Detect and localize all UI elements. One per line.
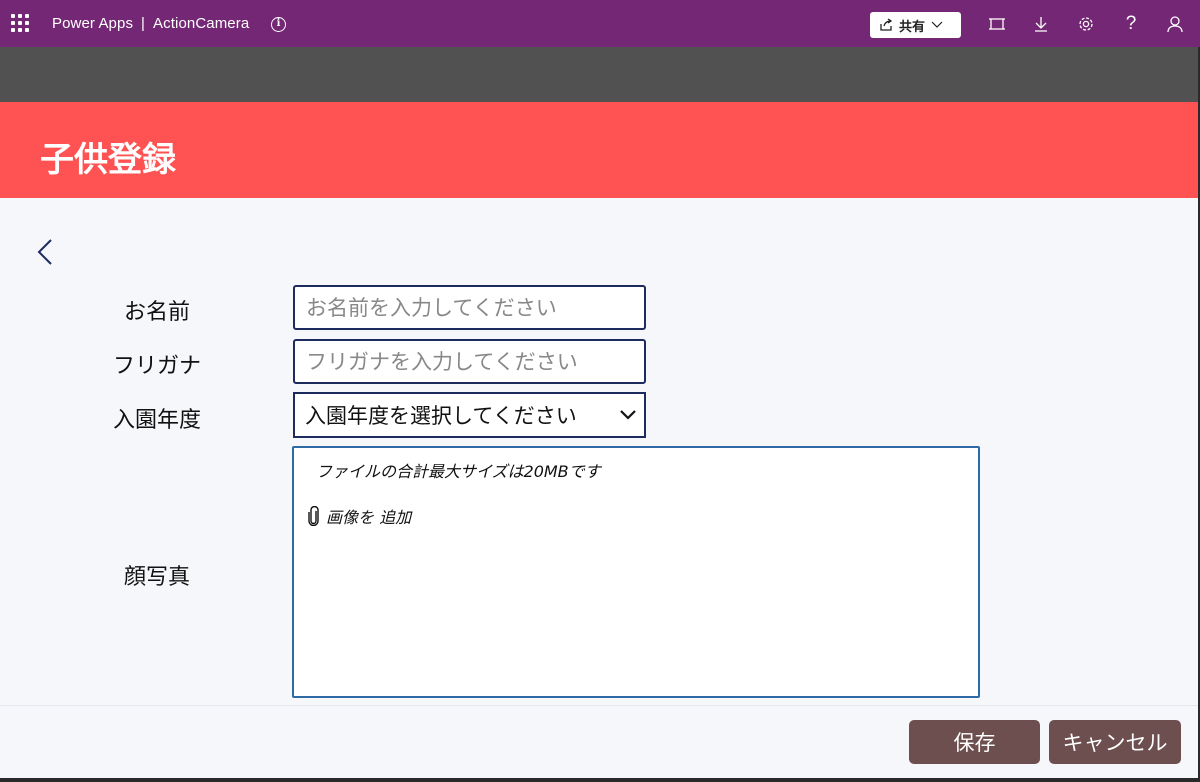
- photo-attachments[interactable]: ファイルの合計最大サイズは20MBです 画像を 追加: [292, 446, 980, 698]
- fit-to-window-icon[interactable]: [987, 14, 1007, 34]
- back-button[interactable]: [34, 235, 58, 269]
- share-icon: [880, 18, 893, 31]
- name-input[interactable]: [293, 285, 646, 330]
- screen-header: 子供登録: [0, 102, 1198, 198]
- chevron-left-icon: [37, 239, 52, 265]
- footer-divider: [0, 705, 1198, 706]
- help-icon[interactable]: ?: [1121, 13, 1141, 34]
- power-apps-topbar: Power Apps | ActionCamera i 共有 ?: [0, 0, 1200, 47]
- share-label: 共有: [899, 19, 926, 35]
- download-icon[interactable]: [1031, 14, 1051, 34]
- app-canvas: 子供登録 お名前 フリガナ 入園年度 入園年度を選択してください 顔写真 ファイ…: [0, 102, 1198, 778]
- gear-icon[interactable]: [1076, 14, 1096, 34]
- app-launcher-icon[interactable]: [10, 13, 30, 33]
- info-icon[interactable]: i: [271, 17, 286, 32]
- add-image-button[interactable]: 画像を 追加: [308, 504, 411, 528]
- add-image-label: 画像を 追加: [326, 508, 412, 527]
- name-label: お名前: [123, 300, 190, 325]
- photo-label: 顔写真: [123, 565, 190, 590]
- project-name: ActionCamera: [153, 15, 250, 32]
- kana-input[interactable]: [293, 339, 646, 384]
- app-command-band: [0, 47, 1200, 102]
- page-title: 子供登録: [40, 140, 176, 180]
- enrollment-year-dropdown[interactable]: 入園年度を選択してください: [293, 392, 646, 438]
- paperclip-icon: [308, 506, 319, 526]
- save-button[interactable]: 保存: [909, 720, 1040, 764]
- kana-label: フリガナ: [112, 354, 201, 379]
- window-bottom-edge: [0, 778, 1200, 782]
- app-breadcrumb: Power Apps | ActionCamera: [52, 15, 249, 32]
- enrollment-year-selected: 入園年度を選択してください: [305, 404, 577, 428]
- cancel-button[interactable]: キャンセル: [1049, 720, 1181, 764]
- breadcrumb-separator: |: [141, 15, 146, 32]
- chevron-down-icon: [620, 410, 636, 420]
- enrollment-year-label: 入園年度: [112, 408, 201, 433]
- share-button[interactable]: 共有: [870, 12, 961, 38]
- chevron-down-icon: [931, 21, 943, 28]
- user-icon[interactable]: [1165, 14, 1185, 34]
- product-name: Power Apps: [52, 15, 134, 32]
- attachment-size-note: ファイルの合計最大サイズは20MBです: [316, 462, 601, 481]
